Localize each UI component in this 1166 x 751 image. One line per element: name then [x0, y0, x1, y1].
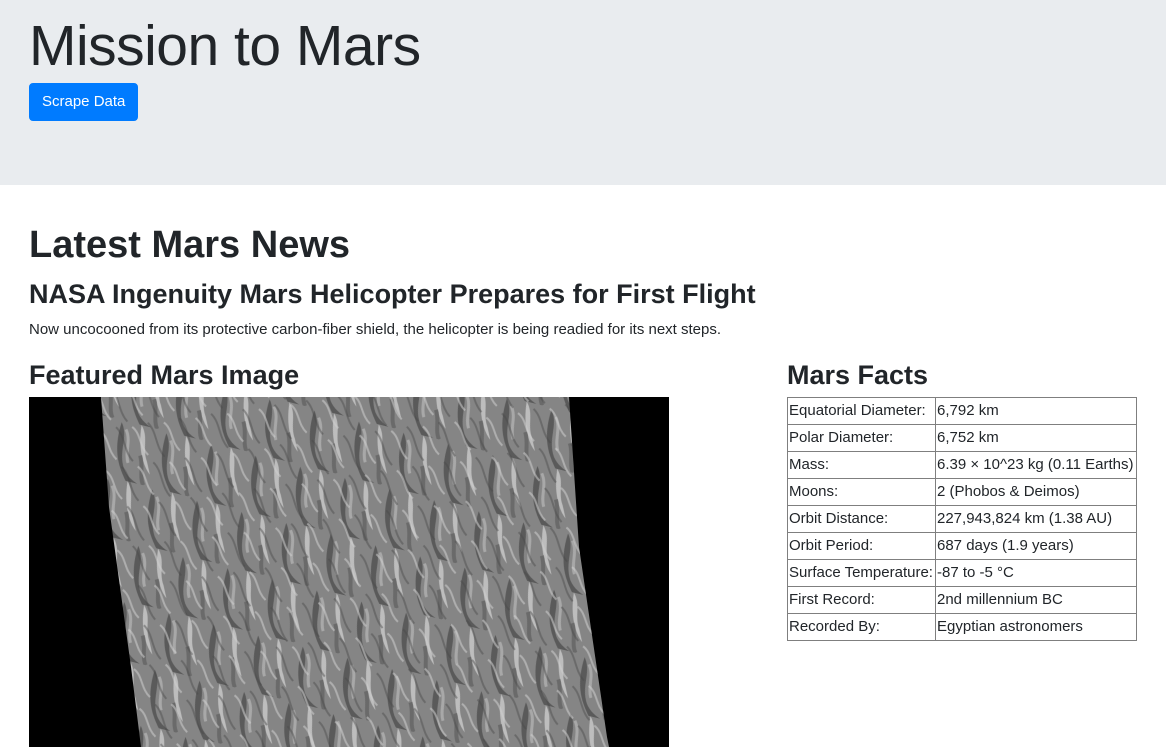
fact-label: Equatorial Diameter: — [787, 397, 936, 425]
table-row: Surface Temperature: -87 to -5 °C — [787, 559, 1137, 587]
featured-mars-image — [29, 397, 669, 747]
featured-image-heading: Featured Mars Image — [29, 360, 300, 390]
news-teaser: Now uncocooned from its protective carbo… — [29, 321, 722, 338]
fact-value: 6,752 km — [935, 424, 1137, 452]
mars-facts-table: Equatorial Diameter: 6,792 km Polar Diam… — [787, 397, 1137, 641]
fact-value: 227,943,824 km (1.38 AU) — [935, 505, 1137, 533]
table-row: Recorded By: Egyptian astronomers — [787, 613, 1137, 641]
fact-label: Orbit Period: — [787, 532, 936, 560]
fact-label: First Record: — [787, 586, 936, 614]
fact-label: Recorded By: — [787, 613, 936, 641]
fact-label: Polar Diameter: — [787, 424, 936, 452]
fact-value: -87 to -5 °C — [935, 559, 1137, 587]
featured-image-section: Featured Mars Image — [29, 358, 787, 747]
main-content: Latest Mars News NASA Ingenuity Mars Hel… — [0, 223, 1166, 747]
fact-value: 6,792 km — [935, 397, 1137, 425]
news-heading: Latest Mars News — [29, 224, 351, 266]
fact-label: Orbit Distance: — [787, 505, 936, 533]
image-facts-row: Featured Mars Image Mars Facts Equatoria… — [29, 358, 1137, 747]
fact-label: Surface Temperature: — [787, 559, 936, 587]
fact-value: 2 (Phobos & Deimos) — [935, 478, 1137, 506]
fact-label: Moons: — [787, 478, 936, 506]
site-title: Mission to Mars — [29, 14, 421, 78]
table-row: First Record: 2nd millennium BC — [787, 586, 1137, 614]
mars-facts-section: Mars Facts Equatorial Diameter: 6,792 km… — [787, 358, 1137, 747]
fact-value: 2nd millennium BC — [935, 586, 1137, 614]
scrape-data-button[interactable]: Scrape Data — [29, 83, 139, 121]
table-row: Mass: 6.39 × 10^23 kg (0.11 Earths) — [787, 451, 1137, 479]
fact-value: Egyptian astronomers — [935, 613, 1137, 641]
news-title: NASA Ingenuity Mars Helicopter Prepares … — [29, 279, 756, 309]
fact-value: 687 days (1.9 years) — [935, 532, 1137, 560]
header-jumbotron: Mission to Mars Scrape Data — [0, 0, 1166, 185]
table-row: Polar Diameter: 6,752 km — [787, 424, 1137, 452]
table-row: Orbit Period: 687 days (1.9 years) — [787, 532, 1137, 560]
mars-facts-heading: Mars Facts — [787, 360, 929, 390]
table-row: Equatorial Diameter: 6,792 km — [787, 397, 1137, 425]
fact-label: Mass: — [787, 451, 936, 479]
table-row: Moons: 2 (Phobos & Deimos) — [787, 478, 1137, 506]
table-row: Orbit Distance: 227,943,824 km (1.38 AU) — [787, 505, 1137, 533]
fact-value: 6.39 × 10^23 kg (0.11 Earths) — [935, 451, 1137, 479]
